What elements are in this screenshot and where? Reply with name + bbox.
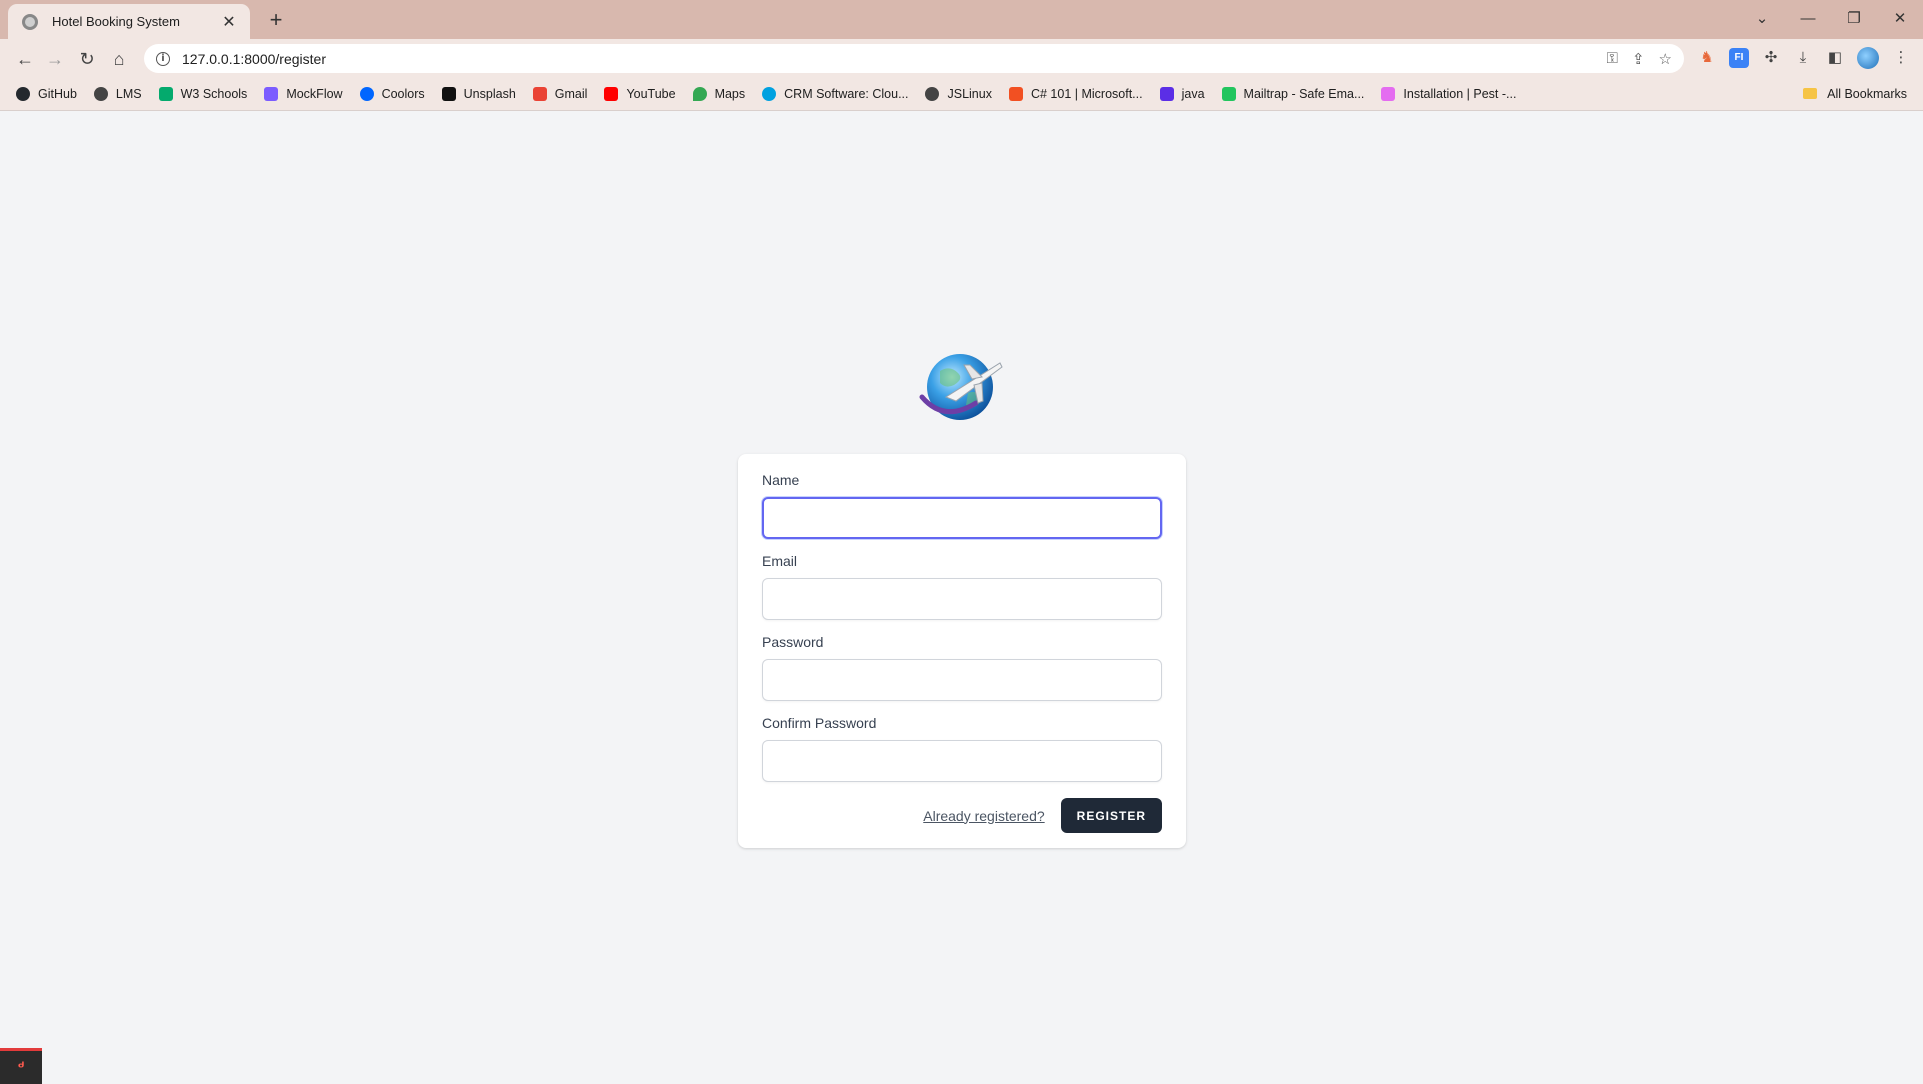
- new-tab-button[interactable]: +: [262, 8, 290, 32]
- email-field-group: Email: [762, 553, 1162, 620]
- star-icon[interactable]: ☆: [1659, 50, 1672, 68]
- travel-globe-logo[interactable]: [916, 349, 1006, 425]
- sidepanel-icon[interactable]: ◧: [1825, 48, 1845, 68]
- reload-icon[interactable]: ↻: [76, 48, 98, 70]
- bookmark-csharp[interactable]: C# 101 | Microsoft...: [1008, 86, 1143, 101]
- bookmark-coolors[interactable]: Coolors: [359, 86, 425, 101]
- register-card: Name Email Password Confirm Password Alr…: [738, 454, 1186, 848]
- confirm-password-input[interactable]: [762, 740, 1162, 782]
- page-body: Name Email Password Confirm Password Alr…: [0, 111, 1923, 1084]
- password-input[interactable]: [762, 659, 1162, 701]
- confirm-password-field-group: Confirm Password: [762, 715, 1162, 782]
- confirm-password-label: Confirm Password: [762, 715, 877, 731]
- email-input[interactable]: [762, 578, 1162, 620]
- unsplash-icon: [441, 86, 456, 101]
- forward-icon[interactable]: →: [44, 48, 66, 70]
- bookmark-mailtrap[interactable]: Mailtrap - Safe Ema...: [1221, 86, 1364, 101]
- bookmark-w3schools[interactable]: W3 Schools: [158, 86, 247, 101]
- form-actions: Already registered? REGISTER: [762, 798, 1162, 833]
- globe-icon: [93, 86, 108, 101]
- back-icon[interactable]: ←: [14, 48, 36, 70]
- menu-dots-icon[interactable]: ⋮: [1891, 48, 1911, 68]
- mailtrap-icon: [1221, 86, 1236, 101]
- laravel-debugbar-icon[interactable]: ᒄ: [0, 1048, 42, 1084]
- bookmark-pest[interactable]: Installation | Pest -...: [1381, 86, 1516, 101]
- name-input[interactable]: [762, 497, 1162, 539]
- extensions-area: ♞ FI ✣ ⤓ ◧ ⋮: [1697, 47, 1911, 69]
- bookmark-crm[interactable]: CRM Software: Clou...: [762, 86, 908, 101]
- bookmark-unsplash[interactable]: Unsplash: [441, 86, 516, 101]
- address-bar[interactable]: i 127.0.0.1:8000/register ⚿ ⇪ ☆: [144, 44, 1684, 73]
- bookmark-maps[interactable]: Maps: [692, 86, 745, 101]
- bookmark-mockflow[interactable]: MockFlow: [264, 86, 343, 101]
- salesforce-cloud-icon: [762, 86, 777, 101]
- window-controls: ⌄ — ❐ ✕: [1739, 0, 1923, 36]
- profile-avatar[interactable]: [1857, 47, 1879, 69]
- register-button[interactable]: REGISTER: [1060, 798, 1162, 833]
- site-info-icon[interactable]: i: [156, 51, 170, 66]
- tab-search-icon[interactable]: ⌄: [1739, 9, 1785, 27]
- github-icon: [16, 86, 30, 101]
- bookmark-gmail[interactable]: Gmail: [532, 86, 587, 101]
- already-registered-link[interactable]: Already registered?: [923, 808, 1044, 824]
- bookmark-java[interactable]: java: [1159, 86, 1205, 101]
- globe-icon: [22, 13, 38, 30]
- bookmark-lms[interactable]: LMS: [93, 86, 142, 101]
- browser-toolbar: ← → ↻ ⌂ i 127.0.0.1:8000/register ⚿ ⇪ ☆ …: [0, 39, 1923, 77]
- pest-icon: [1381, 86, 1396, 101]
- puzzle-icon[interactable]: ✣: [1761, 48, 1781, 68]
- bookmark-jslinux[interactable]: JSLinux: [925, 86, 992, 101]
- all-bookmarks-button[interactable]: All Bookmarks: [1803, 87, 1907, 101]
- youtube-icon: [604, 86, 619, 101]
- minimize-button[interactable]: —: [1785, 10, 1831, 27]
- name-label: Name: [762, 472, 800, 488]
- key-icon[interactable]: ⚿: [1607, 50, 1618, 68]
- folder-icon: [1803, 88, 1818, 99]
- java-icon: [1159, 86, 1174, 101]
- bookmarks-bar: GitHub LMS W3 Schools MockFlow Coolors U…: [0, 77, 1923, 111]
- download-icon[interactable]: ⤓: [1793, 48, 1813, 68]
- mockflow-icon: [264, 86, 279, 101]
- password-label: Password: [762, 634, 824, 650]
- coolors-icon: [359, 86, 374, 101]
- address-url[interactable]: 127.0.0.1:8000/register: [182, 51, 1607, 67]
- close-window-button[interactable]: ✕: [1877, 9, 1923, 27]
- globe-icon: [925, 86, 940, 101]
- browser-tabstrip: Hotel Booking System ✕ + ⌄ — ❐ ✕: [0, 0, 1923, 39]
- tab-title: Hotel Booking System: [52, 14, 180, 29]
- extension-blue-icon[interactable]: FI: [1729, 48, 1749, 68]
- bookmark-youtube[interactable]: YouTube: [604, 86, 676, 101]
- email-label: Email: [762, 553, 798, 569]
- close-tab-icon[interactable]: ✕: [220, 12, 238, 32]
- name-field-group: Name: [762, 472, 1162, 539]
- microsoft-icon: [1008, 86, 1023, 101]
- extension-orange-icon[interactable]: ♞: [1697, 48, 1717, 68]
- home-icon[interactable]: ⌂: [108, 48, 130, 70]
- w3schools-icon: [158, 86, 173, 101]
- bookmark-github[interactable]: GitHub: [16, 86, 77, 101]
- share-icon[interactable]: ⇪: [1632, 50, 1645, 68]
- gmail-icon: [532, 86, 547, 101]
- map-pin-icon: [692, 86, 707, 101]
- password-field-group: Password: [762, 634, 1162, 701]
- restore-button[interactable]: ❐: [1831, 9, 1877, 27]
- browser-tab[interactable]: Hotel Booking System ✕: [8, 4, 250, 39]
